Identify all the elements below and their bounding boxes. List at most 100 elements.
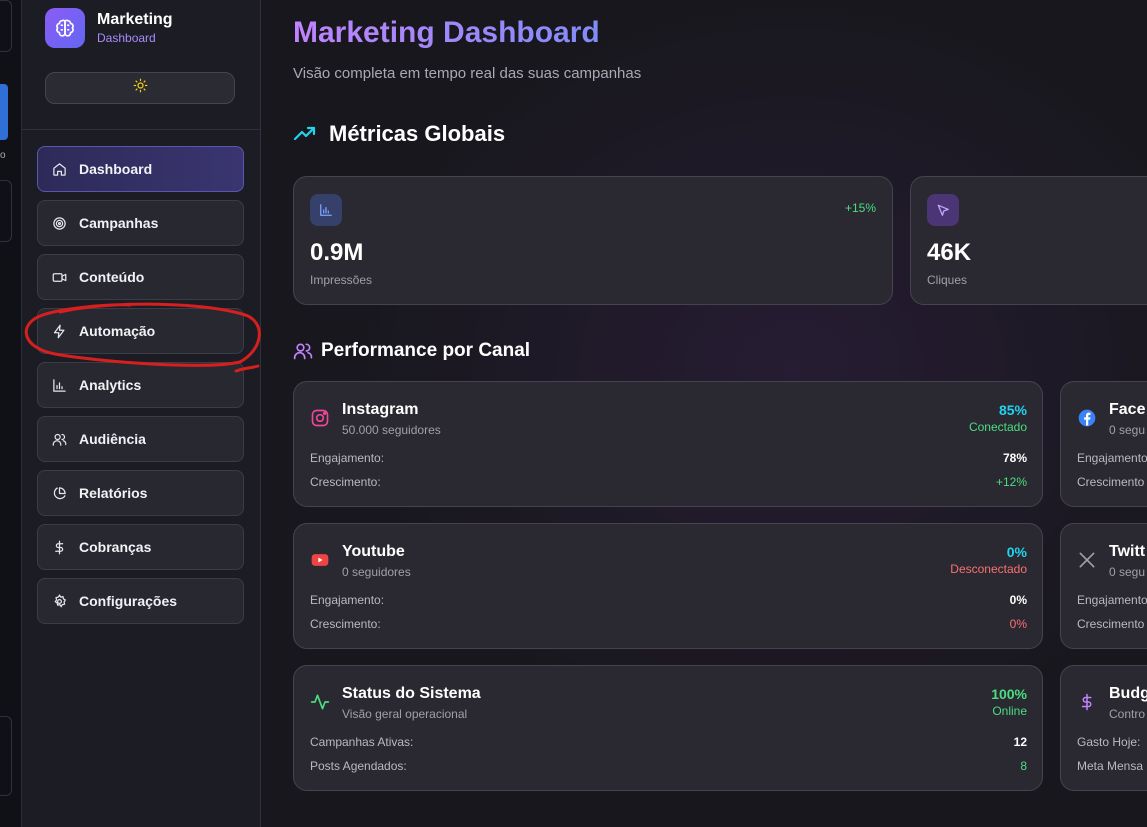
sidebar-item-label: Cobranças [79,539,152,555]
strip-panel [0,716,12,796]
growth-value: 0% [1009,617,1027,631]
sidebar-item-label: Configurações [79,593,178,609]
zap-icon [51,323,67,339]
sidebar-nav: Dashboard Campanhas Conteúdo Automação A… [37,146,244,632]
sidebar-item-audiencia[interactable]: Audiência [37,416,244,462]
channel-card-instagram[interactable]: Instagram 50.000 seguidores 85% Conectad… [293,381,1043,507]
page-title: Marketing Dashboard [293,16,600,49]
bar-chart-icon [51,377,67,393]
dollar-icon [51,539,67,555]
target-icon [51,215,67,231]
channel-followers: 0 segu [1109,565,1146,579]
metric-change: +15% [844,201,876,215]
sidebar-divider [22,129,261,130]
users-icon [293,341,313,361]
youtube-icon [310,550,330,570]
trending-up-icon [293,122,317,146]
channel-card-twitter[interactable]: Twitt 0 segu Engajamento Crescimento [1060,523,1147,649]
growth-label: Crescimento: [310,475,381,489]
system-status-card[interactable]: Status do Sistema Visão geral operaciona… [293,665,1043,791]
strip-active-marker [0,84,8,140]
card-title: Budg [1109,685,1147,702]
sidebar-item-label: Audiência [79,431,146,447]
adjacent-window-strip: o [0,0,22,827]
sidebar-item-label: Campanhas [79,215,159,231]
x-icon [1077,550,1097,570]
theme-toggle-button[interactable] [45,72,235,104]
page-subtitle: Visão completa em tempo real das suas ca… [293,65,642,82]
pie-chart-icon [51,485,67,501]
sidebar-item-label: Relatórios [79,485,148,501]
brain-icon [45,8,85,48]
sidebar-item-dashboard[interactable]: Dashboard [37,146,244,192]
active-campaigns-value: 12 [1013,735,1027,749]
card-title: Status do Sistema [342,685,481,702]
growth-label: Crescimento: [310,617,381,631]
sidebar-item-campanhas[interactable]: Campanhas [37,200,244,246]
channel-status: Conectado [968,420,1027,434]
home-icon [51,161,67,177]
dollar-icon [1077,692,1097,712]
scheduled-posts-value: 8 [1020,759,1027,773]
system-status: Online [992,704,1027,718]
engagement-label: Engajamento [1077,451,1147,465]
growth-label: Crescimento [1077,475,1145,489]
sidebar-item-cobrancas[interactable]: Cobranças [37,524,244,570]
section-title: Performance por Canal [321,340,531,361]
sidebar-item-label: Analytics [79,377,142,393]
metric-card-impressoes[interactable]: +15% 0.9M Impressões [293,176,893,305]
metric-label: Cliques [927,273,968,287]
sidebar-item-configuracoes[interactable]: Configurações [37,578,244,624]
engagement-value: 0% [1009,593,1027,607]
channel-percent: 0% [1006,544,1027,560]
brand-subtitle: Dashboard [97,31,156,45]
metric-value: 46K [927,239,972,266]
scheduled-posts-label: Posts Agendados: [310,759,407,773]
card-subtitle: Contro [1109,707,1146,721]
sidebar-item-relatorios[interactable]: Relatórios [37,470,244,516]
metric-value: 0.9M [310,239,364,266]
main-content: Marketing Dashboard Visão completa em te… [261,0,1147,827]
sidebar-item-automacao[interactable]: Automação [37,308,244,354]
sidebar-item-conteudo[interactable]: Conteúdo [37,254,244,300]
metric-card-cliques[interactable]: 46K Cliques [910,176,1147,305]
metric-label: Impressões [310,273,373,287]
sidebar: Marketing Dashboard Dashboard Campanhas [22,0,261,827]
video-icon [51,269,67,285]
budget-card[interactable]: Budg Contro Gasto Hoje: Meta Mensa [1060,665,1147,791]
engagement-label: Engajamento: [310,593,385,607]
channel-followers: 50.000 seguidores [342,423,441,437]
engagement-label: Engajamento [1077,593,1147,607]
engagement-value: 78% [1002,451,1027,465]
sun-icon [133,78,148,98]
channel-followers: 0 segu [1109,423,1146,437]
instagram-icon [310,408,330,428]
channel-percent: 85% [998,402,1027,418]
strip-panel [0,0,12,52]
engagement-label: Engajamento: [310,451,385,465]
channel-name: Face [1109,401,1146,418]
strip-panel [0,180,12,242]
sidebar-item-analytics[interactable]: Analytics [37,362,244,408]
users-icon [51,431,67,447]
channel-followers: 0 seguidores [342,565,411,579]
channel-card-facebook[interactable]: Face 0 segu Engajamento Crescimento [1060,381,1147,507]
channel-status: Desconectado [950,562,1027,576]
cursor-icon [927,194,959,226]
growth-value: +12% [995,475,1027,489]
spent-today-label: Gasto Hoje: [1077,735,1141,749]
channel-name: Instagram [342,401,419,418]
channel-name: Youtube [342,543,405,560]
growth-label: Crescimento [1077,617,1145,631]
brand[interactable]: Marketing Dashboard [45,8,173,48]
sidebar-item-label: Dashboard [79,161,153,177]
channel-card-youtube[interactable]: Youtube 0 seguidores 0% Desconectado Eng… [293,523,1043,649]
section-performance-canal: Performance por Canal [293,340,530,362]
activity-icon [310,692,330,712]
sidebar-item-label: Automação [79,323,156,339]
sidebar-item-label: Conteúdo [79,269,145,285]
strip-fragment-text: o [0,150,6,161]
section-title: Métricas Globais [329,121,506,146]
gear-icon [51,593,67,609]
channel-name: Twitt [1109,543,1146,560]
